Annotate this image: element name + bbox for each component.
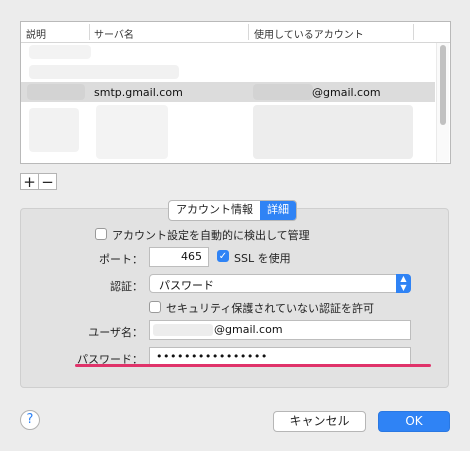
redacted-text — [29, 45, 91, 59]
username-label: ユーザ名： — [88, 326, 143, 339]
account-cell: @gmail.com — [312, 86, 381, 99]
column-divider — [89, 24, 90, 40]
table-row-selected[interactable]: smtp.gmail.com @gmail.com — [21, 82, 435, 102]
auth-select-value: パスワード — [159, 279, 214, 292]
add-server-button[interactable]: + — [20, 173, 39, 190]
redacted-text — [29, 108, 79, 152]
auth-select[interactable]: パスワード ▲ ▼ — [149, 274, 411, 293]
redacted-text — [27, 84, 85, 100]
column-header-description[interactable]: 説明 — [26, 26, 46, 41]
highlight-underline — [75, 364, 431, 367]
server-name-cell: smtp.gmail.com — [94, 86, 183, 99]
remove-server-button[interactable]: − — [38, 173, 57, 190]
auth-label: 認証： — [110, 280, 143, 293]
ok-button[interactable]: OK — [378, 411, 450, 432]
username-value: @gmail.com — [214, 323, 283, 336]
column-header-server-name[interactable]: サーバ名 — [94, 26, 134, 41]
port-field[interactable]: 465 — [149, 247, 209, 267]
column-divider — [413, 24, 414, 40]
smtp-server-table[interactable]: 説明 サーバ名 使用しているアカウント smtp.gmail.com @gmai… — [20, 21, 451, 164]
username-field[interactable]: @gmail.com — [149, 320, 411, 340]
redacted-text — [253, 84, 313, 100]
column-header-account[interactable]: 使用しているアカウント — [254, 26, 364, 41]
ssl-checkbox[interactable]: ✓ — [217, 250, 229, 262]
chevron-updown-icon: ▲ ▼ — [396, 274, 411, 293]
help-button[interactable]: ? — [20, 410, 40, 430]
insecure-auth-checkbox[interactable] — [149, 301, 161, 313]
port-label: ポート： — [99, 253, 143, 266]
table-row[interactable] — [21, 42, 435, 62]
tab-bar: アカウント情報 詳細 — [168, 200, 297, 221]
table-row[interactable] — [21, 102, 435, 162]
redacted-text — [96, 105, 168, 159]
tab-account-info[interactable]: アカウント情報 — [169, 201, 260, 220]
column-divider — [248, 24, 249, 40]
table-scrollbar[interactable] — [436, 43, 449, 162]
cancel-button[interactable]: キャンセル — [273, 411, 366, 432]
auto-detect-label: アカウント設定を自動的に検出して管理 — [112, 229, 310, 242]
redacted-text — [153, 324, 213, 336]
tab-details[interactable]: 詳細 — [260, 201, 296, 220]
table-row[interactable] — [21, 62, 435, 82]
insecure-auth-label: セキュリティ保護されていない認証を許可 — [166, 302, 375, 315]
table-header: 説明 サーバ名 使用しているアカウント — [21, 22, 450, 43]
scrollbar-thumb[interactable] — [440, 45, 446, 125]
auto-detect-checkbox[interactable] — [95, 228, 107, 240]
redacted-text — [29, 65, 179, 79]
ssl-label: SSL を使用 — [234, 252, 291, 265]
redacted-text — [253, 105, 413, 159]
